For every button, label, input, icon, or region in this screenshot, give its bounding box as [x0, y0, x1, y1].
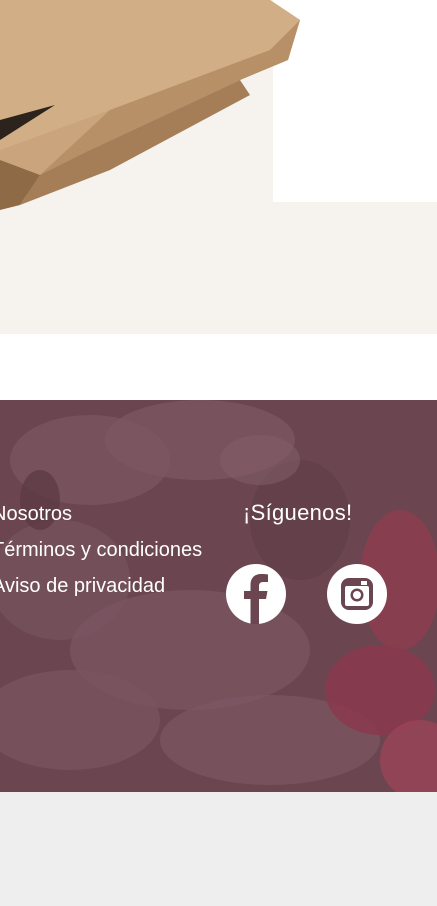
facebook-icon [244, 574, 268, 624]
facebook-button[interactable] [226, 564, 286, 624]
link-terminos[interactable]: Términos y condiciones [0, 532, 202, 568]
hero-section [0, 0, 437, 334]
instagram-button[interactable] [327, 564, 387, 624]
bottom-section [0, 792, 437, 906]
link-privacidad[interactable]: Aviso de privacidad [0, 568, 202, 604]
follow-us-label: ¡Síguenos! [243, 500, 353, 525]
section-spacer [0, 334, 437, 400]
instagram-icon [341, 578, 373, 610]
footer-links: Nosotros Términos y condiciones Aviso de… [0, 496, 202, 604]
kraft-box-image [0, 0, 300, 210]
link-nosotros[interactable]: Nosotros [0, 496, 202, 532]
